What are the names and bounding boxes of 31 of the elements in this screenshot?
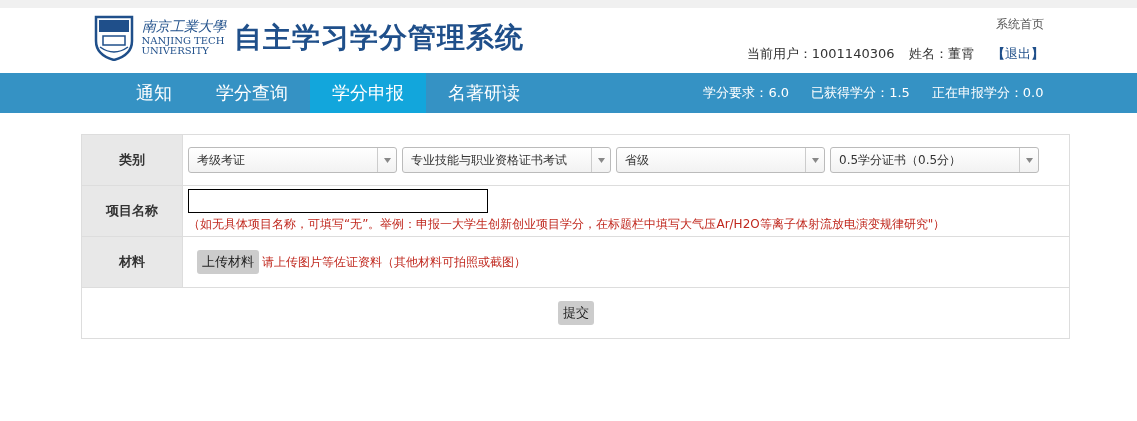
project-name-input[interactable] — [188, 189, 488, 213]
field-label: 项目名称 — [82, 186, 183, 236]
current-user-text: 当前用户：1001140306 — [746, 45, 895, 63]
bracket-text: 】 — [1030, 45, 1044, 63]
university-name-english: UNIVERSITY — [141, 46, 210, 56]
credit-stat: 已获得学分：1.5 — [811, 84, 910, 102]
field-label: 材料 — [82, 237, 183, 287]
caret-icon — [597, 157, 605, 163]
logout-link[interactable]: 退出 — [1004, 45, 1031, 63]
dropdown-select[interactable]: 省级 — [616, 147, 825, 173]
credit-stat: 正在申报学分：0.0 — [931, 84, 1044, 102]
bracket-text: 【 — [991, 45, 1005, 63]
name-label: 姓名： — [908, 45, 948, 63]
upload-button[interactable]: 上传材料 — [197, 250, 259, 274]
home-link[interactable]: 系统首页 — [995, 16, 1044, 33]
system-title: 自主学习学分管理系统 — [233, 19, 524, 56]
caret-icon — [811, 157, 819, 163]
dropdown-select[interactable]: 0.5学分证书（0.5分） — [830, 147, 1039, 173]
university-crest-icon — [93, 14, 134, 61]
field-label: 类别 — [82, 135, 183, 185]
user-name: 董霄 — [947, 45, 974, 63]
hint-text: （如无具体项目名称，可填写“无”。举例：申报一大学生创新创业项目学分，在标题栏中填写大气压Ar/H2O等离子体射流放电演变规律研究"） — [188, 216, 946, 233]
submit-button[interactable]: 提交 — [557, 301, 594, 325]
caret-icon — [1025, 157, 1033, 163]
credit-stat: 学分要求：6.0 — [703, 84, 790, 102]
dropdown-select[interactable]: 专业技能与职业资格证书考试 — [402, 147, 611, 173]
caret-icon — [383, 157, 391, 163]
dropdown-select[interactable]: 考级考证 — [188, 147, 397, 173]
university-name-english: NANJING TECH — [141, 36, 226, 46]
university-name: 南京工業大學 — [141, 19, 226, 33]
hint-text: 请上传图片等佐证资料（其他材料可拍照或截图） — [262, 253, 526, 271]
